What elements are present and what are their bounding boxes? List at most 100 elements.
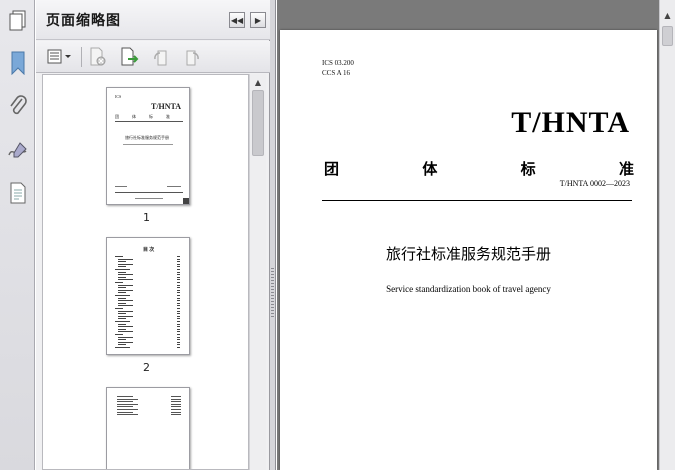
mini-toc-pagenum [177, 321, 180, 322]
mini-title: 旅行社标准服务规范手册 [125, 135, 169, 140]
standard-type-char: 标 [520, 160, 536, 178]
mini-toc-pagenum [177, 315, 180, 317]
mini-toc-pagenum [177, 263, 180, 265]
mini-toc-pagenum [177, 339, 180, 341]
scrollbar-thumb[interactable] [252, 90, 264, 156]
mini-toc-pagenum [177, 284, 180, 286]
document-page: ICS 03.200 CCS A 16 T/HNTA 团 体 标 准 T/HNT… [280, 30, 657, 470]
panel-header: 页面缩略图 ◀◀ ▶ [36, 0, 270, 40]
thumbnail-resize-handle[interactable] [183, 198, 189, 204]
delete-page-button[interactable] [87, 47, 109, 67]
mini-text-line [117, 409, 138, 410]
mini-ics: ICS [115, 94, 122, 99]
layers-icon[interactable] [5, 180, 30, 206]
mini-toc-pagenum [177, 347, 180, 348]
mini-toc-entry [118, 318, 126, 320]
rotate-ccw-icon [154, 50, 167, 66]
mini-toc-pagenum [177, 326, 180, 328]
standard-type-char: 团 [324, 160, 340, 178]
page-number-label: 1 [143, 211, 150, 224]
pages-icon[interactable] [5, 8, 30, 34]
mini-footer-rule [115, 192, 183, 193]
extract-page-button[interactable] [119, 47, 141, 67]
mini-toc-entry [118, 274, 133, 276]
mini-toc-entry [118, 341, 133, 343]
scroll-up-arrow[interactable]: ▲ [660, 8, 675, 22]
rotate-ccw-button[interactable] [150, 47, 172, 67]
mini-rule [115, 121, 183, 122]
options-menu-button[interactable] [46, 47, 74, 67]
mini-toc-entry [115, 269, 130, 270]
mini-toc-pagenum [177, 282, 180, 283]
rotate-cw-icon [186, 50, 199, 66]
mini-toc-pagenum [177, 336, 180, 338]
mini-toc-entry [115, 256, 123, 257]
mini-text-line [117, 396, 133, 397]
mini-toc-entry [118, 328, 126, 330]
mini-toc-pagenum [177, 261, 180, 263]
page-thumbnail-2[interactable]: 目 次 [106, 237, 190, 355]
collapse-panel-button[interactable]: ◀◀ [229, 12, 245, 28]
mini-toc-pagenum [177, 279, 180, 281]
mini-toc-pagenum [177, 269, 180, 270]
page-thumbnail-1[interactable]: ICS T/HNTA 团体标准 旅行社标准服务规范手册 [106, 87, 190, 205]
mini-text-line [171, 414, 181, 416]
mini-toc-pagenum [177, 344, 180, 346]
toolbar-separator [81, 47, 82, 67]
standard-type-char: 准 [618, 160, 634, 178]
options-menu-icon [47, 49, 71, 64]
mini-text-line [117, 411, 133, 413]
mini-toc-pagenum [177, 258, 180, 260]
thumbnails-scrollbar[interactable]: ▲ [249, 74, 266, 470]
mini-toc-entry [118, 261, 126, 263]
mini-toc-pagenum [177, 305, 180, 307]
page-thumbnails-panel: 页面缩略图 ◀◀ ▶ ICS T/HNTA 团体标准 旅行社标准服务规范手册 1… [36, 0, 270, 470]
expand-panel-button[interactable]: ▶ [250, 12, 266, 28]
mini-toc-pagenum [177, 318, 180, 320]
panel-splitter[interactable] [270, 0, 276, 470]
mini-toc-pagenum [177, 313, 180, 315]
standard-type: 团 体 标 准 [324, 158, 634, 179]
mini-toc-entry [118, 326, 133, 328]
chevron-right-icon: ▶ [254, 15, 262, 25]
mini-text-line [171, 396, 181, 397]
mini-text-line [117, 398, 138, 400]
delete-page-icon [90, 47, 106, 66]
mini-toc-entry [118, 284, 133, 286]
bookmark-icon[interactable] [5, 50, 30, 76]
double-chevron-left-icon: ◀◀ [230, 15, 244, 25]
mini-text-line [171, 411, 181, 413]
mini-toc-pagenum [177, 289, 180, 291]
mini-toc-entry [118, 258, 133, 260]
mini-brand: T/HNTA [151, 102, 182, 111]
mini-publisher [135, 198, 163, 199]
chevron-up-icon: ▲ [664, 10, 671, 20]
mini-subtitle [123, 144, 173, 145]
mini-toc-entry [118, 313, 126, 315]
standard-brand: T/HNTA [511, 106, 630, 139]
rotate-cw-button[interactable] [181, 47, 203, 67]
mini-text-line [117, 406, 133, 408]
mini-toc-pagenum [177, 256, 180, 257]
mini-text-line [117, 414, 138, 416]
document-scrollbar[interactable]: ▲ [659, 0, 675, 470]
mini-toc-pagenum [177, 274, 180, 276]
extract-page-icon [121, 47, 139, 66]
chevron-up-icon: ▲ [254, 77, 262, 87]
mini-standard-type: 团体标准 [115, 114, 183, 119]
thumbnails-toolbar [36, 41, 270, 73]
attachment-icon[interactable] [5, 93, 30, 119]
mini-toc-pagenum [177, 295, 180, 296]
splitter-grip[interactable] [271, 268, 274, 318]
mini-toc-entry [118, 331, 133, 333]
scroll-up-arrow[interactable]: ▲ [250, 74, 266, 90]
signature-icon[interactable] [5, 137, 30, 163]
mini-toc-pagenum [177, 287, 180, 289]
mini-toc-entry [118, 289, 133, 291]
mini-toc-entry [115, 321, 130, 322]
mini-date-right [167, 186, 181, 187]
standard-type-char: 体 [422, 160, 438, 178]
page-thumbnail-3[interactable] [106, 387, 190, 469]
mini-toc-pagenum [177, 334, 180, 335]
scrollbar-thumb[interactable] [662, 26, 673, 46]
